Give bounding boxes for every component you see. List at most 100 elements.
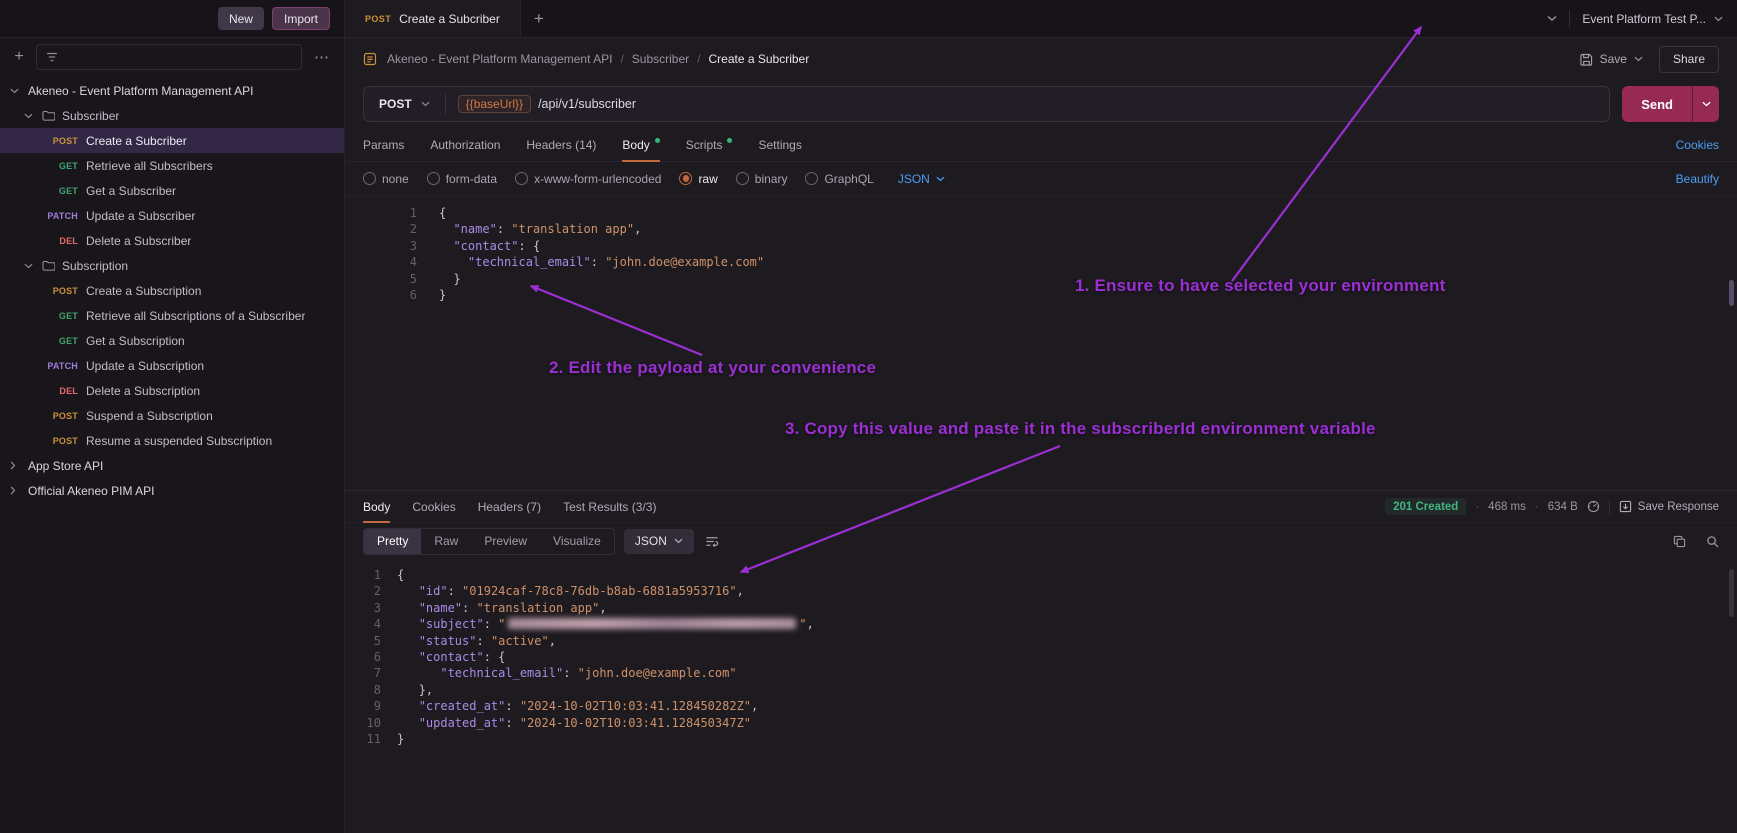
response-language-selector[interactable]: JSON [624,529,694,554]
breadcrumb-item[interactable]: Create a Subcriber [709,52,810,66]
sidebar-request-update-a-subscriber[interactable]: PATCHUpdate a Subscriber [0,203,344,228]
response-time: 468 ms [1488,501,1526,513]
body-type-graphql[interactable]: GraphQL [805,172,873,186]
network-info-icon[interactable] [1587,500,1600,513]
chevron-down-icon[interactable] [1634,56,1643,62]
more-options-icon[interactable]: ⋯ [310,48,334,66]
sidebar-collection-official-akeneo-pim-api[interactable]: Official Akeneo PIM API [0,478,344,503]
api-client-window: New Import POST Create a Subcriber + Eve… [0,0,1737,833]
item-label: Delete a Subscription [86,384,200,398]
response-view-tabs: PrettyRawPreviewVisualize [363,528,615,555]
body-type-binary[interactable]: binary [736,172,788,186]
view-tab-preview[interactable]: Preview [471,529,540,554]
response-tab-cookies[interactable]: Cookies [412,491,455,522]
sidebar-request-update-a-subscription[interactable]: PATCHUpdate a Subscription [0,353,344,378]
beautify-link[interactable]: Beautify [1676,172,1719,186]
import-button[interactable]: Import [272,7,330,30]
cookies-link[interactable]: Cookies [1676,138,1719,152]
response-body-viewer[interactable]: 1{2 "id": "01924caf-78c8-76db-b8ab-6881a… [345,559,1737,833]
tab-method-label: POST [365,14,391,24]
wrap-lines-icon[interactable] [705,529,719,554]
breadcrumb-item[interactable]: Akeneo - Event Platform Management API [387,52,612,66]
sidebar-request-create-a-subscription[interactable]: POSTCreate a Subscription [0,278,344,303]
request-tab-settings[interactable]: Settings [758,128,801,161]
body-type-raw[interactable]: raw [679,172,717,186]
view-tab-pretty[interactable]: Pretty [364,529,421,554]
search-icon[interactable] [1706,535,1719,548]
line-number: 9 [357,698,381,714]
request-tab-body[interactable]: Body [622,128,659,161]
radio-icon [515,172,528,185]
body-type-x-www-form-urlencoded[interactable]: x-www-form-urlencoded [515,172,661,186]
view-tab-raw[interactable]: Raw [421,529,471,554]
sidebar-request-get-a-subscriber[interactable]: GETGet a Subscriber [0,178,344,203]
request-tab-params[interactable]: Params [363,128,404,161]
response-tab-test-results-3-3[interactable]: Test Results (3/3) [563,491,656,522]
request-tab-authorization[interactable]: Authorization [430,128,500,161]
environment-selector[interactable]: Event Platform Test P... [1582,12,1723,26]
method-label: DEL [44,386,78,396]
annotation-note-1: 1. Ensure to have selected your environm… [1075,276,1445,296]
sidebar-request-suspend-a-subscription[interactable]: POSTSuspend a Subscription [0,403,344,428]
code-line: 6} [363,287,1737,303]
body-language-selector[interactable]: JSON [898,172,945,186]
open-request-tab[interactable]: POST Create a Subcriber [345,0,521,37]
new-tab-button[interactable]: + [521,0,557,37]
sidebar-search-input[interactable] [65,50,292,64]
item-label: Subscription [62,259,128,273]
response-tab-headers-7[interactable]: Headers (7) [478,491,541,522]
save-button[interactable]: Save [1580,52,1643,66]
item-label: Resume a suspended Subscription [86,434,272,448]
view-tab-visualize[interactable]: Visualize [540,529,614,554]
sidebar-request-get-a-subscription[interactable]: GET Get a Subscription [0,328,344,353]
request-tab-scripts[interactable]: Scripts [686,128,733,161]
method-label: POST [379,97,412,111]
method-selector[interactable]: POST [364,97,445,111]
annotation-note-2: 2. Edit the payload at your convenience [549,358,876,378]
code-line: 4 "technical_email": "john.doe@example.c… [363,254,1737,270]
new-button[interactable]: New [218,7,264,30]
scrollbar-thumb[interactable] [1729,569,1734,617]
sidebar-collection-akeneo-event-platform-management-api[interactable]: Akeneo - Event Platform Management API [0,78,344,103]
url-input[interactable]: {{baseUrl}} /api/v1/subscriber [458,95,636,113]
sidebar-request-retrieve-all-subscribers[interactable]: GETRetrieve all Subscribers [0,153,344,178]
breadcrumb-item[interactable]: Subscriber [632,52,689,66]
save-response-button[interactable]: Save Response [1619,500,1719,513]
radio-icon [736,172,749,185]
item-label: App Store API [28,459,103,473]
breadcrumb-separator: / [620,52,623,66]
sidebar-toolbar: + ⋯ [0,38,344,76]
method-label: GET [44,336,78,346]
sidebar-request-create-a-subcriber[interactable]: POSTCreate a Subcriber [0,128,344,153]
add-collection-button[interactable]: + [10,48,28,66]
sidebar-request-delete-a-subscriber[interactable]: DELDelete a Subscriber [0,228,344,253]
sidebar-request-resume-a-suspended-subscription[interactable]: POSTResume a suspended Subscription [0,428,344,453]
sidebar-request-retrieve-all-subscriptions-of-a-subscriber[interactable]: GETRetrieve all Subscriptions of a Subsc… [0,303,344,328]
chevron-right-icon [10,486,28,495]
sidebar-search[interactable] [36,44,302,70]
share-button[interactable]: Share [1659,46,1719,73]
method-label: GET [44,161,78,171]
request-tab-headers-14[interactable]: Headers (14) [526,128,596,161]
scrollbar-thumb[interactable] [1729,280,1734,306]
sidebar-folder-subscriber[interactable]: Subscriber [0,103,344,128]
sidebar-folder-subscription[interactable]: Subscription [0,253,344,278]
item-label: Get a Subscription [86,334,185,348]
url-variable-chip[interactable]: {{baseUrl}} [458,95,531,113]
send-options-chevron-icon[interactable] [1692,86,1719,122]
copy-icon[interactable] [1673,535,1686,548]
sidebar-request-delete-a-subscription[interactable]: DEL Delete a Subscription [0,378,344,403]
request-body-editor[interactable]: 1{2 "name": "translation app",3 "contact… [345,196,1737,490]
code-line: 2 "id": "01924caf-78c8-76db-b8ab-6881a59… [357,583,1737,599]
line-number: 7 [357,665,381,681]
response-tab-body[interactable]: Body [363,491,390,522]
body-type-none[interactable]: none [363,172,409,186]
send-button[interactable]: Send [1622,86,1692,122]
chevron-right-icon [10,461,28,470]
separator-dot: · [1535,501,1539,513]
chevron-down-icon[interactable] [1547,15,1557,22]
sidebar-collection-app-store-api[interactable]: App Store API [0,453,344,478]
body-type-form-data[interactable]: form-data [427,172,497,186]
code-line: 8 }, [357,682,1737,698]
response-actions [1673,535,1719,548]
